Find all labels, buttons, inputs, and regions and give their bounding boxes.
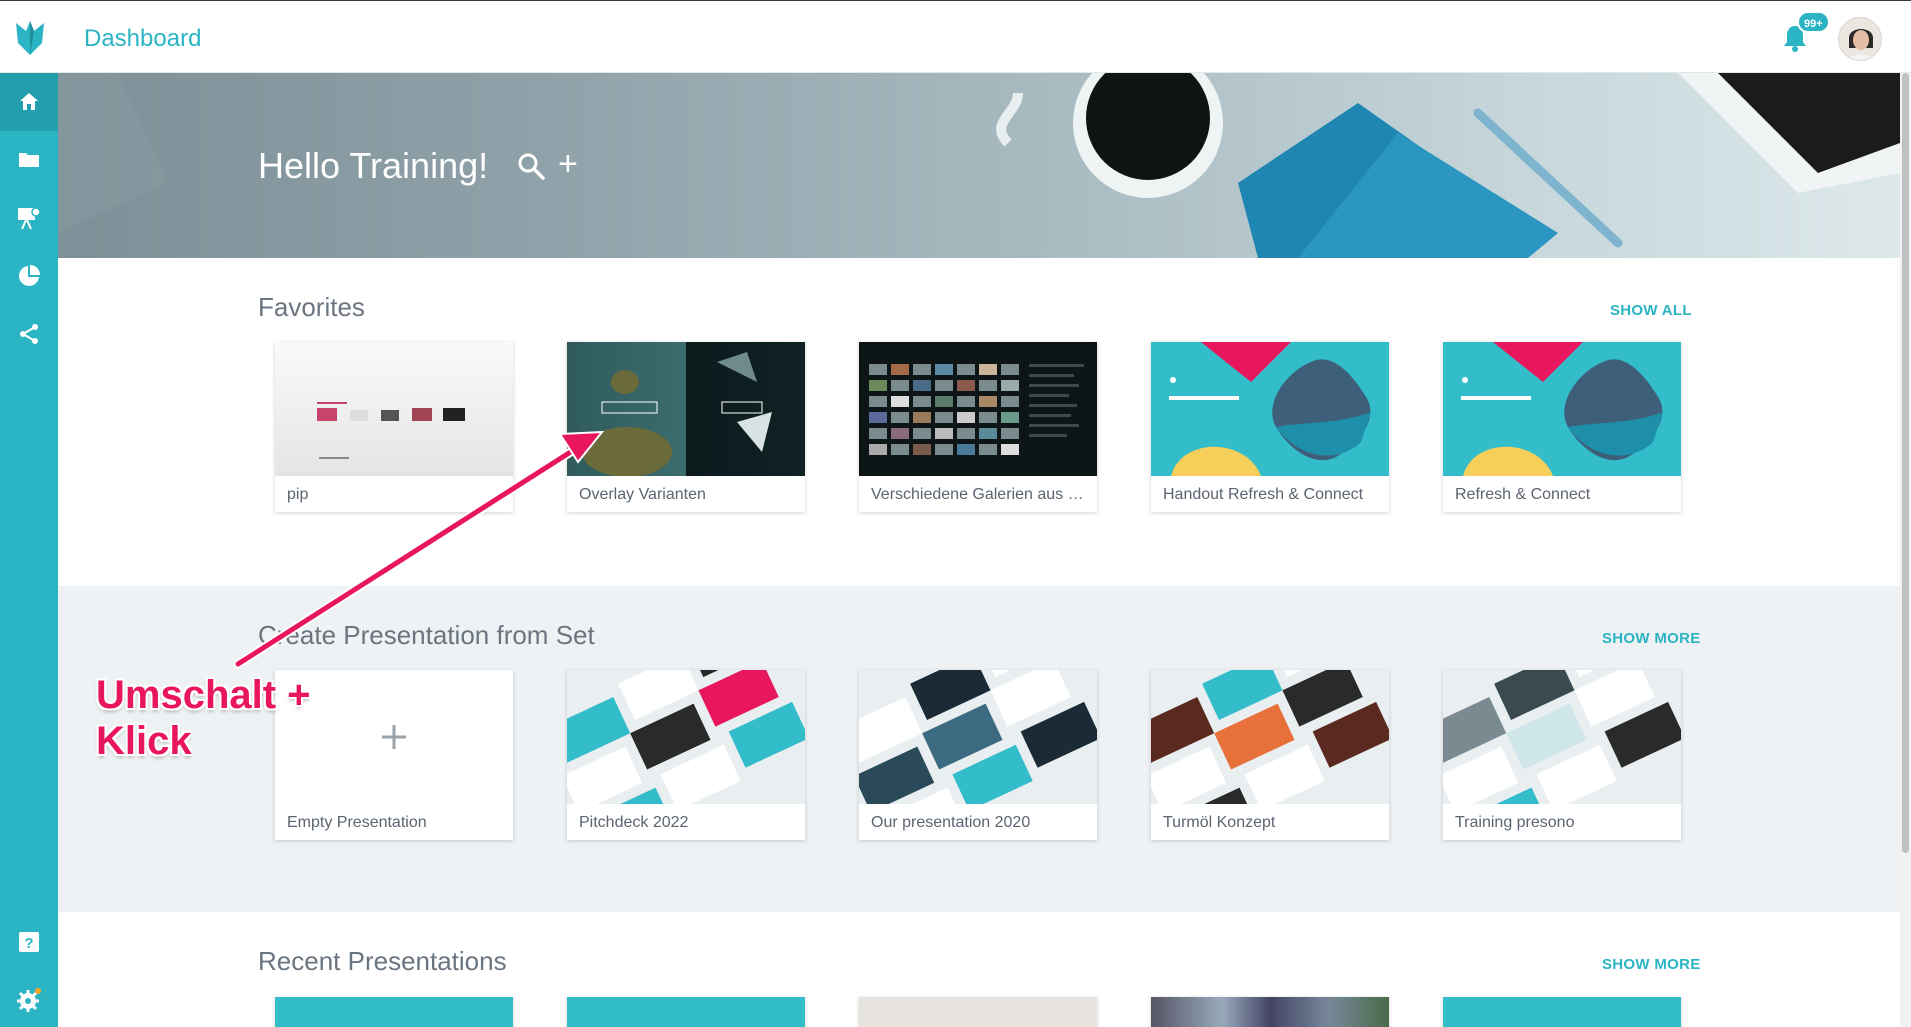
sidebar-item-share[interactable]: [0, 305, 58, 363]
card-label: Training presono: [1455, 814, 1575, 831]
sidebar-item-presentations[interactable]: [0, 189, 58, 247]
greeting-heading: Hello Training!: [258, 145, 489, 186]
scrollbar[interactable]: [1900, 73, 1911, 1027]
presentation-card[interactable]: Overlay Varianten: [567, 342, 805, 512]
gear-icon: [17, 988, 41, 1012]
user-avatar-icon: [1839, 18, 1881, 60]
presentation-card[interactable]: [1151, 997, 1389, 1027]
sidebar: ?: [0, 73, 58, 1027]
help-icon: ?: [19, 932, 39, 952]
logo-icon[interactable]: [12, 17, 48, 57]
slide-preview-image: [317, 402, 465, 459]
set-card[interactable]: Our presentation 2020: [859, 670, 1097, 840]
sets-section: Create Presentation from Set SHOW MORE E…: [58, 586, 1900, 912]
presentation-thumbnail: [1151, 670, 1389, 804]
share-icon: [20, 324, 38, 344]
presentation-thumbnail: [567, 670, 805, 804]
presentation-thumbnail: [1151, 342, 1389, 476]
sidebar-item-analytics[interactable]: [0, 247, 58, 305]
presentation-thumbnail: [567, 342, 805, 476]
card-label: Verschiedene Galerien aus a...: [871, 486, 1087, 503]
presentation-card[interactable]: [275, 997, 513, 1027]
annotation-text: Umschalt + Klick: [96, 672, 311, 764]
search-icon[interactable]: [516, 151, 546, 181]
set-preview-image: [567, 670, 805, 804]
card-label: Overlay Varianten: [579, 486, 706, 503]
set-preview-image: [859, 670, 1097, 804]
avatar[interactable]: [1838, 17, 1882, 61]
card-label: Our presentation 2020: [871, 814, 1031, 831]
presentation-thumbnail: [1151, 997, 1389, 1027]
card-label: Turmöl Konzept: [1163, 814, 1276, 831]
presentation-thumbnail: [859, 997, 1097, 1027]
presentation-card[interactable]: [859, 997, 1097, 1027]
presentation-thumbnail: [859, 342, 1097, 476]
set-preview-image: [1151, 670, 1389, 804]
recent-title: Recent Presentations: [258, 946, 507, 976]
svg-text:?: ?: [24, 935, 33, 952]
presentation-card[interactable]: pip: [275, 342, 513, 512]
favorites-section: Favorites SHOW ALL pip Overlay Varianten: [58, 258, 1900, 586]
recent-section: Recent Presentations SHOW MORE: [58, 912, 1900, 1027]
home-icon: [20, 93, 38, 110]
sidebar-item-settings[interactable]: [0, 971, 58, 1027]
slide-preview-image: [869, 364, 1084, 455]
set-preview-image: [1443, 670, 1681, 804]
top-bar: Dashboard 99+: [0, 0, 1911, 73]
presentation-thumbnail: [859, 670, 1097, 804]
notification-badge: 99+: [1797, 11, 1830, 33]
card-label: Empty Presentation: [287, 814, 427, 831]
sidebar-item-home[interactable]: [0, 73, 58, 131]
pie-chart-icon: [19, 265, 40, 286]
add-button[interactable]: +: [558, 147, 578, 181]
annotation-line-2: Klick: [96, 719, 192, 763]
card-label: Handout Refresh & Connect: [1163, 486, 1364, 503]
set-card[interactable]: Pitchdeck 2022: [567, 670, 805, 840]
scrollbar-thumb[interactable]: [1902, 73, 1909, 853]
show-all-link[interactable]: SHOW ALL: [1610, 302, 1692, 319]
presentation-icon: [18, 207, 41, 230]
page-title: Dashboard: [84, 25, 202, 52]
sidebar-item-help[interactable]: ?: [0, 913, 58, 971]
presentation-thumbnail: [1443, 670, 1681, 804]
sidebar-item-files[interactable]: [0, 131, 58, 189]
slide-preview-image: [1169, 342, 1371, 476]
presentation-thumbnail: [1443, 342, 1681, 476]
presentation-thumbnail: [275, 342, 513, 476]
slide-preview-image: [582, 352, 772, 476]
presentation-card[interactable]: Handout Refresh & Connect: [1151, 342, 1389, 512]
plus-icon: [382, 725, 406, 749]
card-label: pip: [287, 486, 309, 503]
presentation-thumbnail: [567, 997, 805, 1027]
hero-banner: Hello Training! +: [58, 73, 1900, 258]
slide-preview-image: [1461, 342, 1663, 476]
sets-title: Create Presentation from Set: [258, 620, 595, 650]
presentation-thumbnail: [275, 997, 513, 1027]
folder-icon: [19, 153, 39, 167]
favorites-title: Favorites: [258, 292, 365, 322]
show-more-recent-link[interactable]: SHOW MORE: [1602, 956, 1701, 973]
presentation-card[interactable]: Verschiedene Galerien aus a...: [859, 342, 1097, 512]
presentation-card[interactable]: Refresh & Connect: [1443, 342, 1681, 512]
set-card[interactable]: Training presono: [1443, 670, 1681, 840]
presentation-card[interactable]: [567, 997, 805, 1027]
set-card[interactable]: Turmöl Konzept: [1151, 670, 1389, 840]
card-label: Refresh & Connect: [1455, 486, 1591, 503]
annotation-line-1: Umschalt +: [96, 673, 311, 717]
card-label: Pitchdeck 2022: [579, 814, 689, 831]
show-more-sets-link[interactable]: SHOW MORE: [1602, 630, 1701, 647]
presentation-card[interactable]: [1443, 997, 1681, 1027]
presentation-thumbnail: [1443, 997, 1681, 1027]
